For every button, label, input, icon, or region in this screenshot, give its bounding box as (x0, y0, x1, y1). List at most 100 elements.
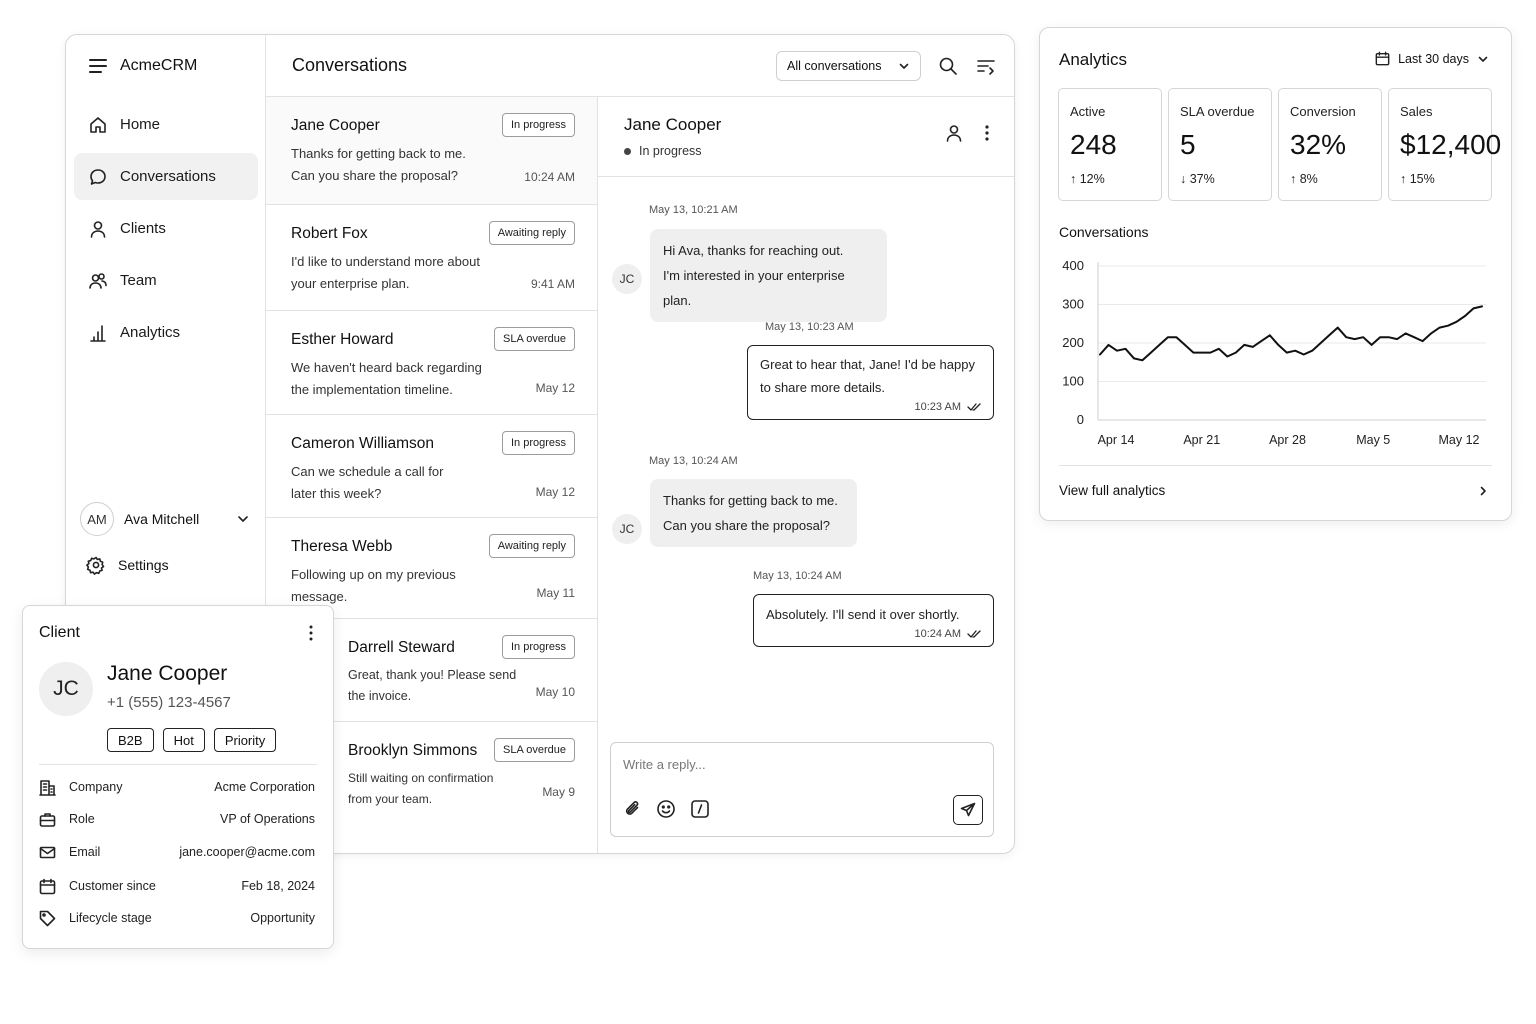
reply-composer (610, 742, 994, 837)
detail-role: Role VP of Operations (39, 809, 315, 829)
message-preview: Great, thank you! Please send the invoice… (348, 668, 517, 703)
client-tags: B2B Hot Priority (107, 728, 277, 752)
chart-title: Conversations (1059, 224, 1149, 240)
contact-name: Cameron Williamson (291, 435, 434, 452)
detail-label: Customer since (69, 879, 156, 893)
message-timestamp: May 13, 10:24 AM (649, 455, 738, 467)
y-tick-label: 0 (1077, 412, 1084, 427)
client-card-title: Client (39, 624, 80, 641)
filter-sort-icon[interactable] (976, 56, 996, 76)
menu-icon[interactable] (88, 56, 108, 76)
x-tick-label: May 12 (1439, 433, 1480, 447)
stat-value: 248 (1070, 129, 1117, 160)
message-time: May 10 (535, 685, 575, 699)
settings-link[interactable]: Settings (86, 555, 169, 575)
analytics-title: Analytics (1059, 50, 1128, 69)
search-icon[interactable] (938, 56, 958, 76)
app-name: AcmeCRM (120, 57, 198, 74)
chat-status-label: In progress (639, 144, 702, 158)
chevron-down-icon (1477, 53, 1489, 65)
calendar-icon (1375, 51, 1390, 66)
contact-name: Jane Cooper (291, 117, 380, 134)
detail-company: Company Acme Corporation (39, 777, 315, 797)
user-icon (88, 219, 108, 239)
outgoing-message: Great to hear that, Jane! I'd be happy to… (747, 345, 994, 420)
analytics-card: Analytics Last 30 days Active 248 ↑ 12% … (1039, 27, 1512, 521)
bar-chart-icon (88, 323, 108, 343)
paperclip-icon[interactable] (623, 799, 643, 819)
divider (39, 764, 317, 765)
list-item[interactable]: Cameron Williamson In progress Can we sc… (266, 415, 597, 518)
status-badge: SLA overdue (494, 738, 575, 762)
tag-icon (39, 910, 56, 927)
building-icon (39, 779, 56, 796)
view-full-analytics-link[interactable]: View full analytics (1059, 483, 1489, 498)
sidebar-item-team[interactable]: Team (74, 257, 258, 304)
date-range-select[interactable]: Last 30 days (1375, 51, 1489, 66)
more-options-icon[interactable] (979, 123, 995, 143)
message-meta: 10:23 AM (760, 399, 981, 415)
sidebar-item-home[interactable]: Home (74, 101, 258, 148)
stat-card-active[interactable]: Active 248 ↑ 12% (1058, 88, 1162, 201)
sidebar-item-analytics[interactable]: Analytics (74, 309, 258, 356)
stat-value: 32% (1290, 129, 1347, 160)
detail-value: Acme Corporation (214, 780, 315, 794)
message-time: May 9 (542, 785, 575, 799)
message-time: 10:24 AM (524, 170, 575, 184)
contact-name: Darrell Steward (348, 639, 455, 656)
emoji-icon[interactable] (656, 799, 676, 819)
message-timestamp: May 13, 10:23 AM (765, 321, 854, 333)
message-time: 10:24 AM (914, 628, 961, 640)
sidebar-item-conversations[interactable]: Conversations (74, 153, 258, 200)
chevron-down-icon (898, 60, 910, 72)
y-tick-label: 200 (1062, 335, 1084, 350)
list-item[interactable]: Robert Fox Awaiting reply I'd like to un… (266, 205, 597, 311)
list-item[interactable]: Esther Howard SLA overdue We haven't hea… (266, 311, 597, 415)
sidebar-item-clients[interactable]: Clients (74, 205, 258, 252)
x-tick-label: Apr 28 (1269, 433, 1306, 447)
page-title: Conversations (292, 55, 408, 75)
slash-command-icon[interactable] (690, 799, 710, 819)
stat-label: Active (1070, 104, 1106, 119)
chat-header: Jane Cooper In progress (598, 97, 1014, 177)
message-preview: Can we schedule a call for later this wee… (291, 464, 444, 501)
stat-value: 5 (1180, 129, 1196, 160)
more-options-icon[interactable] (303, 624, 319, 642)
list-item[interactable]: Theresa Webb Awaiting reply Following up… (266, 518, 597, 619)
stat-label: Conversion (1290, 104, 1356, 119)
contact-avatar: JC (612, 514, 642, 544)
stat-card-conversion[interactable]: Conversion 32% ↑ 8% (1278, 88, 1382, 201)
stat-label: Sales (1400, 104, 1433, 119)
tag-priority[interactable]: Priority (213, 728, 277, 752)
message-timestamp: May 13, 10:21 AM (649, 204, 738, 216)
status-badge: In progress (501, 635, 575, 659)
message-preview: We haven't heard back regarding the imple… (291, 360, 482, 397)
conversation-filter-select[interactable]: All conversations (776, 51, 921, 81)
status-dot (624, 147, 631, 155)
contact-profile-icon[interactable] (944, 123, 964, 143)
user-menu[interactable]: AM Ava Mitchell (80, 502, 250, 536)
contact-name: Theresa Webb (291, 538, 393, 555)
contact-avatar: JC (612, 264, 642, 294)
message-meta: 10:24 AM (766, 626, 981, 642)
calendar-icon (39, 878, 56, 895)
list-item[interactable]: Jane Cooper In progress Thanks for getti… (266, 97, 597, 205)
message-time: 10:23 AM (914, 401, 961, 413)
detail-customer-since: Customer since Feb 18, 2024 (39, 876, 315, 896)
y-tick-label: 400 (1062, 258, 1084, 273)
stat-card-sla-overdue[interactable]: SLA overdue 5 ↓ 37% (1168, 88, 1272, 201)
status-badge: In progress (501, 431, 575, 455)
reply-input[interactable] (623, 757, 943, 772)
brand[interactable]: AcmeCRM (88, 55, 197, 77)
status-badge: SLA overdue (494, 327, 575, 351)
detail-label: Email (69, 845, 101, 859)
chevron-down-icon[interactable] (236, 512, 250, 526)
detail-value[interactable]: jane.cooper@acme.com (179, 845, 315, 859)
client-phone[interactable]: +1 (555) 123-4567 (107, 694, 231, 711)
tag-hot[interactable]: Hot (162, 728, 205, 752)
detail-value: Opportunity (250, 911, 315, 925)
tag-b2b[interactable]: B2B (107, 728, 154, 752)
filter-value: All conversations (787, 59, 882, 73)
stat-card-sales[interactable]: Sales $12,400 ↑ 15% (1388, 88, 1501, 201)
send-button[interactable] (953, 795, 983, 825)
